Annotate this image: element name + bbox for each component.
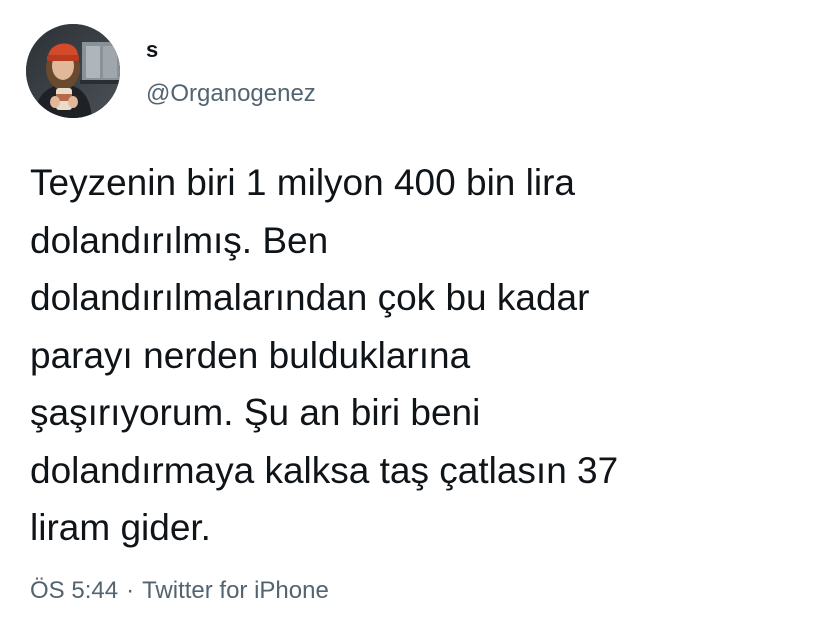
avatar[interactable] bbox=[26, 24, 120, 118]
tweet-card: s @Organogenez Teyzenin biri 1 milyon 40… bbox=[0, 0, 828, 633]
tweet-meta: ÖS 5:44 · Twitter for iPhone bbox=[30, 574, 329, 608]
tweet-text: Teyzenin biri 1 milyon 400 bin lira dola… bbox=[30, 162, 619, 548]
tweet-timestamp[interactable]: ÖS 5:44 bbox=[30, 574, 118, 608]
tweet-source[interactable]: Twitter for iPhone bbox=[142, 574, 329, 608]
display-name[interactable]: s bbox=[146, 36, 158, 64]
meta-separator: · bbox=[126, 577, 135, 604]
user-handle[interactable]: @Organogenez bbox=[146, 79, 316, 109]
profile-photo-icon bbox=[26, 24, 120, 118]
